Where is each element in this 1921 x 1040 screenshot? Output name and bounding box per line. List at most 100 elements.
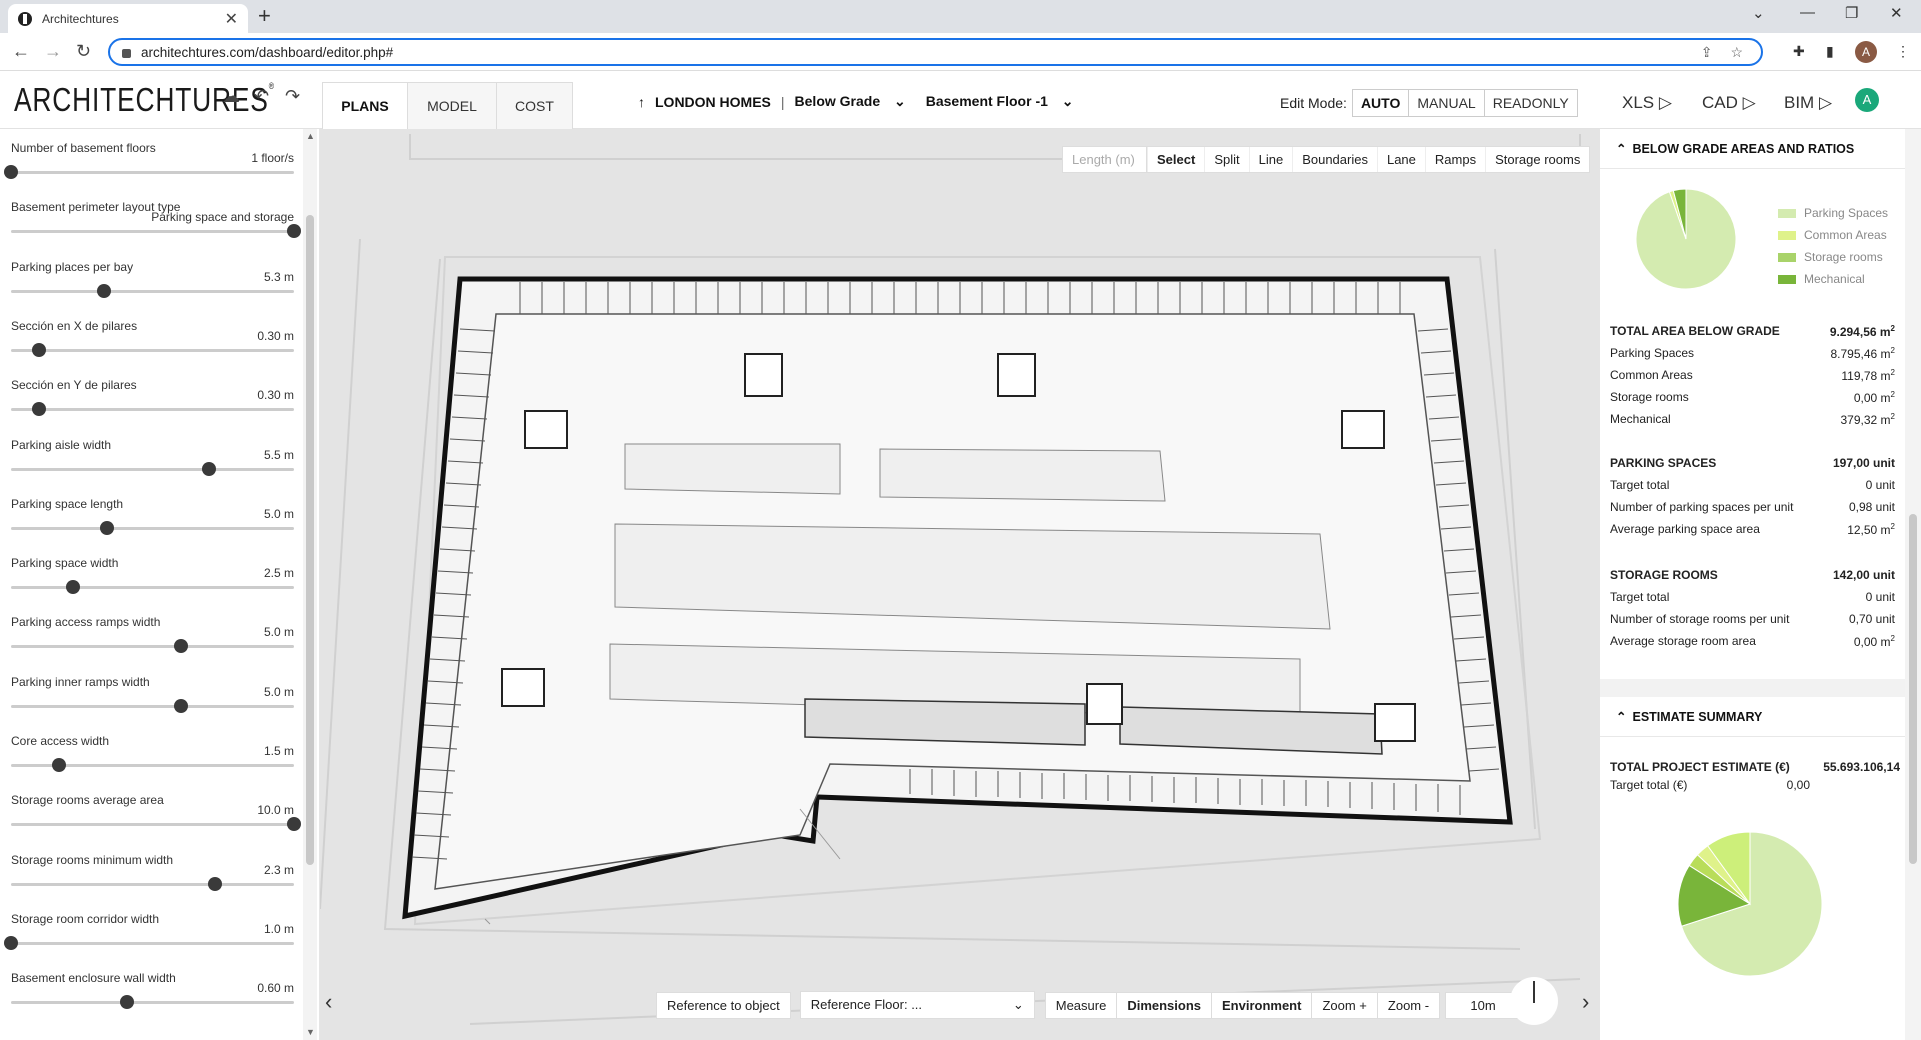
- param-slider[interactable]: Storage rooms minimum width 2.3 m: [11, 853, 294, 911]
- param-slider[interactable]: Number of basement floors 1 floor/s: [4, 141, 294, 199]
- slider-thumb[interactable]: [207, 876, 222, 891]
- environment-button[interactable]: Environment: [1211, 991, 1313, 1019]
- param-slider[interactable]: Parking space width 2.5 m: [11, 556, 294, 614]
- estimate-header[interactable]: ⌃ ESTIMATE SUMMARY: [1600, 697, 1905, 737]
- user-avatar[interactable]: A: [1855, 88, 1879, 112]
- param-slider[interactable]: Basement perimeter layout type Parking sp…: [11, 200, 301, 258]
- slider-thumb[interactable]: [4, 935, 18, 950]
- tool-lane[interactable]: Lane: [1376, 147, 1425, 172]
- slider-thumb[interactable]: [100, 520, 115, 535]
- param-slider[interactable]: Sección en Y de pilares 0.30 m: [11, 378, 294, 436]
- slider-thumb[interactable]: [173, 698, 188, 713]
- param-slider[interactable]: Parking space length 5.0 m: [11, 497, 294, 555]
- tool-boundaries[interactable]: Boundaries: [1292, 147, 1377, 172]
- slider-thumb[interactable]: [173, 639, 188, 654]
- slider-thumb[interactable]: [287, 817, 301, 832]
- slider-track[interactable]: [11, 467, 294, 471]
- edit-mode-manual[interactable]: MANUAL: [1408, 89, 1485, 117]
- url-input[interactable]: architechtures.com/dashboard/editor.php#…: [108, 38, 1763, 66]
- tool-select[interactable]: Select: [1147, 147, 1204, 172]
- edit-mode-readonly[interactable]: READONLY: [1483, 89, 1578, 117]
- zoom-out-button[interactable]: Zoom -: [1376, 991, 1441, 1019]
- floor-plan-drawing[interactable]: [320, 129, 1600, 1040]
- param-slider[interactable]: Core access width 1.5 m: [11, 734, 294, 792]
- slider-track[interactable]: [11, 704, 294, 708]
- slider-thumb[interactable]: [4, 165, 18, 179]
- reference-floor-select[interactable]: Reference Floor: ... ⌄: [799, 991, 1035, 1019]
- measure-button[interactable]: Measure: [1044, 991, 1118, 1019]
- param-slider[interactable]: Parking access ramps width 5.0 m: [11, 615, 294, 673]
- param-slider[interactable]: Basement enclosure wall width 0.60 m: [11, 971, 294, 1029]
- undo-icon[interactable]: ↶: [254, 86, 269, 107]
- compass-icon[interactable]: [1510, 977, 1558, 1025]
- export-bim-button[interactable]: BIM ▷: [1784, 93, 1832, 113]
- tool-line[interactable]: Line: [1248, 147, 1293, 172]
- slider-thumb[interactable]: [66, 580, 81, 595]
- tab-search-icon[interactable]: ⌄: [1752, 4, 1765, 22]
- extensions-icon[interactable]: ✚: [1793, 43, 1805, 60]
- browser-profile-avatar[interactable]: A: [1855, 41, 1877, 63]
- side-panel-icon[interactable]: ▮: [1826, 43, 1834, 60]
- restore-icon[interactable]: ❐: [1845, 4, 1858, 22]
- redo-icon[interactable]: ↷: [285, 86, 300, 107]
- left-scrollbar[interactable]: ▲ ▼: [303, 129, 317, 1040]
- browser-tab[interactable]: Architechtures ✕: [8, 4, 248, 33]
- cloud-upload-icon[interactable]: ☁: [222, 86, 240, 107]
- slider-thumb[interactable]: [52, 758, 67, 772]
- share-icon[interactable]: ⇪: [1701, 44, 1713, 61]
- tool-storage-rooms[interactable]: Storage rooms: [1485, 147, 1589, 172]
- export-xls-button[interactable]: XLS ▷: [1622, 93, 1672, 113]
- tab-cost[interactable]: COST: [496, 82, 573, 129]
- tool-ramps[interactable]: Ramps: [1424, 147, 1485, 172]
- slider-track[interactable]: [11, 230, 294, 234]
- param-slider[interactable]: Parking aisle width 5.5 m: [11, 438, 294, 496]
- slider-track[interactable]: [11, 348, 294, 352]
- level-dropdown[interactable]: Below Grade ⌄: [795, 93, 916, 110]
- bookmark-star-icon[interactable]: ☆: [1730, 44, 1743, 61]
- prev-arrow-icon[interactable]: ‹: [325, 989, 332, 1015]
- floor-dropdown[interactable]: Basement Floor -1 ⌄: [926, 93, 1084, 110]
- slider-thumb[interactable]: [32, 342, 47, 357]
- slider-thumb[interactable]: [202, 461, 217, 476]
- reference-object-button[interactable]: Reference to object: [656, 991, 791, 1019]
- tab-model[interactable]: MODEL: [407, 82, 497, 129]
- edit-mode-auto[interactable]: AUTO: [1351, 89, 1410, 117]
- tab-plans[interactable]: PLANS: [322, 82, 408, 129]
- length-input[interactable]: Length (m): [1063, 147, 1147, 172]
- param-slider[interactable]: Parking places per bay 5.3 m: [11, 260, 294, 318]
- slider-track[interactable]: [11, 586, 294, 590]
- new-tab-icon[interactable]: +: [258, 5, 271, 27]
- right-scrollbar[interactable]: [1905, 129, 1921, 1040]
- export-cad-button[interactable]: CAD ▷: [1702, 93, 1756, 113]
- slider-thumb[interactable]: [287, 224, 301, 239]
- minimize-icon[interactable]: —: [1800, 4, 1815, 21]
- reload-icon[interactable]: ↻: [76, 41, 91, 62]
- tool-split[interactable]: Split: [1204, 147, 1248, 172]
- param-slider[interactable]: Storage room corridor width 1.0 m: [4, 912, 294, 970]
- slider-thumb[interactable]: [120, 995, 135, 1010]
- browser-menu-icon[interactable]: ⋮: [1896, 43, 1910, 60]
- zoom-in-button[interactable]: Zoom +: [1311, 991, 1378, 1019]
- areas-header[interactable]: ⌃ BELOW GRADE AREAS AND RATIOS: [1600, 129, 1905, 169]
- back-icon[interactable]: ←: [12, 41, 30, 62]
- window-close-icon[interactable]: ✕: [1890, 4, 1903, 22]
- slider-track[interactable]: [11, 823, 294, 827]
- slider-track[interactable]: [11, 526, 294, 530]
- scroll-up-icon[interactable]: ▲: [306, 131, 315, 141]
- scroll-thumb[interactable]: [306, 215, 314, 865]
- project-name[interactable]: LONDON HOMES: [655, 94, 771, 110]
- scroll-down-icon[interactable]: ▼: [306, 1027, 315, 1037]
- plan-canvas[interactable]: Length (m) Select Split Line Boundaries …: [320, 129, 1600, 1040]
- slider-thumb[interactable]: [97, 283, 112, 298]
- param-slider[interactable]: Sección en X de pilares 0.30 m: [11, 319, 294, 377]
- scroll-thumb[interactable]: [1909, 514, 1917, 864]
- slider-thumb[interactable]: [32, 402, 47, 417]
- next-arrow-icon[interactable]: ›: [1582, 989, 1589, 1015]
- slider-track[interactable]: [11, 408, 294, 412]
- slider-track[interactable]: [11, 289, 294, 293]
- slider-track[interactable]: [11, 645, 294, 649]
- close-tab-icon[interactable]: ✕: [225, 9, 238, 29]
- slider-track[interactable]: [11, 171, 294, 174]
- slider-track[interactable]: [11, 882, 294, 886]
- param-slider[interactable]: Storage rooms average area 10.0 m: [11, 793, 301, 851]
